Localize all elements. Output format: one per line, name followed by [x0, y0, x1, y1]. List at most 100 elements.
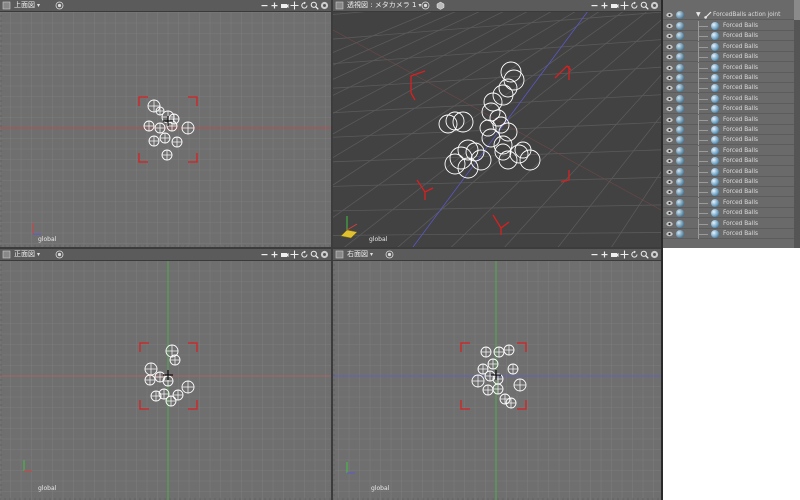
outliner-row-child[interactable]: Forced Balls — [663, 93, 800, 104]
eye-icon[interactable] — [666, 33, 673, 39]
rotate-icon[interactable] — [630, 250, 639, 259]
eye-icon[interactable] — [666, 200, 673, 206]
zoom-in-icon[interactable] — [600, 1, 609, 10]
outliner-row-child[interactable]: Forced Balls — [663, 218, 800, 229]
visibility-icon[interactable] — [676, 32, 684, 41]
viewport-front[interactable]: 正面図 ▾ global — [0, 249, 331, 500]
visibility-icon[interactable] — [676, 219, 684, 228]
forced-ball[interactable] — [471, 374, 485, 388]
forced-ball[interactable] — [492, 383, 504, 395]
visibility-icon[interactable] — [676, 136, 684, 145]
pan-icon[interactable] — [290, 250, 299, 259]
viewport-perspective[interactable]: 透視図 : メタカメラ 1 ▾ global — [333, 0, 661, 247]
outliner-row-parent[interactable]: ▼ ForcedBalls action joint — [663, 10, 800, 20]
forced-ball[interactable] — [503, 344, 515, 356]
forced-ball[interactable] — [159, 132, 171, 144]
visibility-icon[interactable] — [676, 167, 684, 176]
outliner-row-child[interactable]: Forced Balls — [663, 156, 800, 167]
forced-ball[interactable] — [168, 113, 180, 125]
outliner-row-child[interactable]: Forced Balls — [663, 166, 800, 177]
visibility-icon[interactable] — [676, 126, 684, 134]
zoom-in-icon[interactable] — [270, 250, 279, 259]
scrollbar-thumb[interactable] — [794, 0, 800, 20]
lock-icon[interactable] — [320, 1, 329, 10]
pan-icon[interactable] — [620, 1, 629, 10]
eye-icon[interactable] — [666, 231, 673, 237]
viewport-menu-icon[interactable] — [2, 250, 11, 259]
visibility-icon[interactable] — [676, 209, 684, 218]
forced-ball[interactable] — [165, 395, 177, 407]
outliner-row-child[interactable]: Forced Balls — [663, 21, 800, 31]
visibility-icon[interactable] — [676, 146, 684, 155]
forced-ball[interactable] — [155, 106, 165, 116]
zoom-in-icon[interactable] — [270, 1, 279, 10]
forced-ball[interactable] — [181, 121, 195, 135]
visibility-icon[interactable] — [676, 11, 684, 19]
zoom-out-icon[interactable] — [260, 1, 269, 10]
forced-ball[interactable] — [487, 358, 499, 370]
camera-icon[interactable] — [280, 250, 289, 259]
viewport-menu-icon[interactable] — [335, 250, 344, 259]
outliner-row-child[interactable]: Forced Balls — [663, 114, 800, 125]
display-mode-icon[interactable] — [55, 1, 64, 10]
zoom-in-icon[interactable] — [600, 250, 609, 259]
forced-ball[interactable] — [147, 99, 161, 113]
shading-cube-icon[interactable] — [436, 1, 445, 10]
eye-icon[interactable] — [666, 54, 673, 60]
forced-ball[interactable] — [154, 371, 166, 383]
forced-ball[interactable] — [507, 363, 519, 375]
forced-ball[interactable] — [513, 378, 527, 392]
magnify-icon[interactable] — [310, 1, 319, 10]
rotate-icon[interactable] — [300, 1, 309, 10]
visibility-icon[interactable] — [676, 84, 684, 93]
forced-ball[interactable] — [181, 380, 195, 394]
outliner-row-child[interactable]: Forced Balls — [663, 145, 800, 156]
eye-icon[interactable] — [666, 137, 673, 143]
forced-ball[interactable] — [161, 149, 173, 161]
forced-ball[interactable] — [509, 144, 529, 164]
viewport-top[interactable]: 上面図 ▾ global — [0, 0, 331, 247]
display-mode-icon[interactable] — [421, 1, 430, 10]
display-mode-icon[interactable] — [385, 250, 394, 259]
magnify-icon[interactable] — [640, 250, 649, 259]
forced-ball[interactable] — [144, 362, 158, 376]
outliner-row-child[interactable]: Forced Balls — [663, 197, 800, 208]
eye-icon[interactable] — [666, 179, 673, 185]
eye-icon[interactable] — [666, 75, 673, 81]
lock-icon[interactable] — [650, 250, 659, 259]
visibility-icon[interactable] — [676, 94, 684, 103]
rotate-icon[interactable] — [630, 1, 639, 10]
visibility-icon[interactable] — [676, 157, 684, 166]
outliner-row-child[interactable]: Forced Balls — [663, 177, 800, 187]
zoom-out-icon[interactable] — [590, 1, 599, 10]
forced-ball[interactable] — [144, 374, 156, 386]
eye-icon[interactable] — [666, 65, 673, 71]
magnify-icon[interactable] — [640, 1, 649, 10]
pan-icon[interactable] — [290, 1, 299, 10]
rotate-icon[interactable] — [300, 250, 309, 259]
forced-ball[interactable] — [503, 69, 525, 91]
forced-ball[interactable] — [148, 135, 160, 147]
forced-ball[interactable] — [505, 397, 517, 409]
outliner-row-child[interactable]: Forced Balls — [663, 83, 800, 94]
outliner-row-child[interactable]: Forced Balls — [663, 125, 800, 135]
eye-icon[interactable] — [666, 210, 673, 216]
visibility-icon[interactable] — [676, 22, 684, 30]
forced-ball[interactable] — [482, 384, 494, 396]
visibility-icon[interactable] — [676, 74, 684, 82]
outliner-row-child[interactable]: Forced Balls — [663, 41, 800, 52]
pan-icon[interactable] — [620, 250, 629, 259]
forced-ball[interactable] — [171, 136, 183, 148]
forced-ball[interactable] — [143, 120, 155, 132]
outliner-scrollbar[interactable] — [794, 0, 800, 248]
visibility-icon[interactable] — [676, 105, 684, 114]
viewport-menu-icon[interactable] — [335, 1, 344, 10]
eye-icon[interactable] — [666, 85, 673, 91]
outliner-row-child[interactable]: Forced Balls — [663, 229, 800, 239]
visibility-icon[interactable] — [676, 42, 684, 51]
eye-icon[interactable] — [666, 44, 673, 50]
outliner-row-child[interactable]: Forced Balls — [663, 31, 800, 42]
eye-icon[interactable] — [666, 189, 673, 195]
outliner-row-child[interactable]: Forced Balls — [663, 73, 800, 83]
forced-ball[interactable] — [480, 346, 492, 358]
